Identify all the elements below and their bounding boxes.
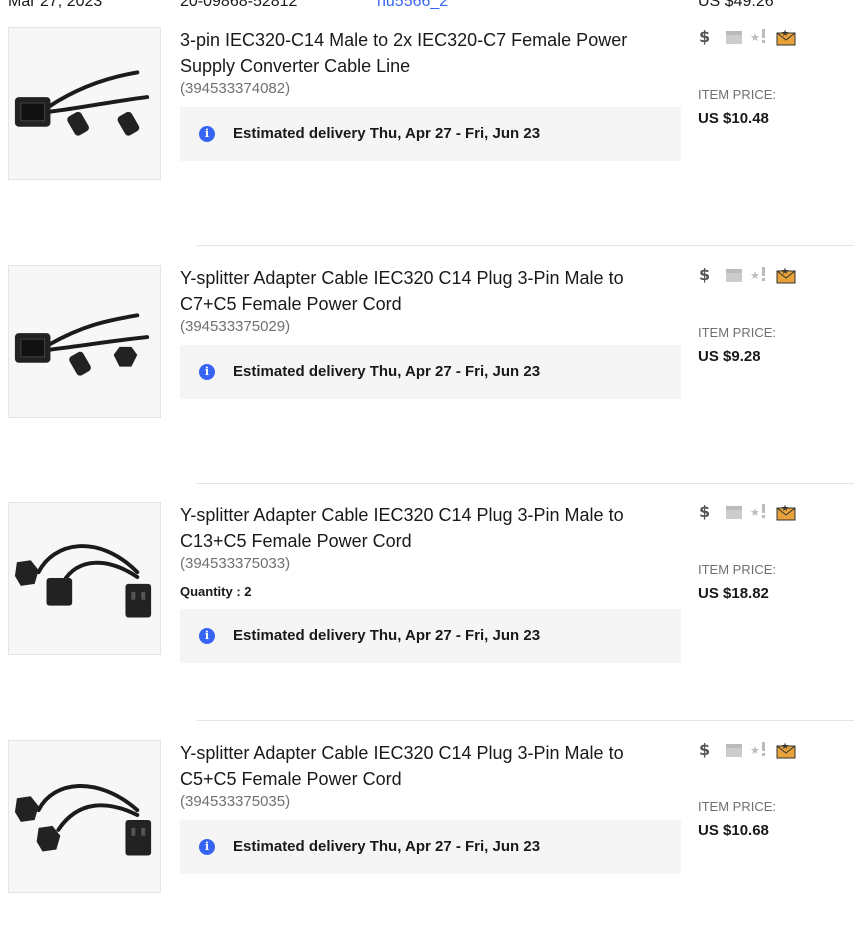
svg-text:★: ★ — [750, 269, 760, 282]
divider — [197, 483, 854, 484]
shipped-box-icon[interactable] — [724, 265, 744, 285]
delivery-banner: i Estimated delivery Thu, Apr 27 - Fri, … — [180, 107, 681, 161]
delivery-estimate: Estimated delivery Thu, Apr 27 - Fri, Ju… — [233, 627, 541, 644]
item-thumbnail[interactable] — [8, 502, 161, 655]
svg-text:$: $ — [699, 265, 710, 284]
divider — [197, 720, 854, 721]
item-thumbnail[interactable] — [8, 27, 161, 180]
svg-text:★: ★ — [750, 744, 760, 757]
order-item: Y-splitter Adapter Cable IEC320 C14 Plug… — [0, 740, 854, 940]
cable-image — [14, 70, 150, 136]
feedback-received-icon[interactable]: ★ — [776, 265, 796, 285]
item-price: US $10.48 — [698, 110, 769, 127]
shipped-box-icon[interactable] — [724, 740, 744, 760]
status-icons: $ ★ ★ — [697, 502, 807, 522]
item-id: (394533375029) — [180, 318, 291, 335]
item-price-label: ITEM PRICE: — [698, 562, 777, 577]
feedback-star-icon[interactable]: ★ — [750, 27, 770, 47]
status-icons: $ ★ ★ — [697, 265, 807, 285]
cable-image — [14, 313, 150, 376]
item-title-link[interactable]: Y-splitter Adapter Cable IEC320 C14 Plug… — [180, 265, 670, 317]
feedback-star-icon[interactable]: ★ — [750, 265, 770, 285]
item-id: (394533375033) — [180, 555, 291, 572]
item-price-label: ITEM PRICE: — [698, 87, 777, 102]
divider — [197, 245, 854, 246]
item-id: (394533375035) — [180, 793, 291, 810]
seller-link[interactable]: hu5566_2 — [377, 0, 448, 11]
info-icon: i — [199, 364, 215, 380]
order-total: US $49.26 — [698, 0, 774, 10]
delivery-banner: i Estimated delivery Thu, Apr 27 - Fri, … — [180, 345, 681, 399]
order-date: Mar 27, 2023 — [8, 0, 103, 10]
status-icons: $ ★ ★ — [697, 27, 807, 47]
cable-image — [14, 544, 152, 618]
item-title-link[interactable]: Y-splitter Adapter Cable IEC320 C14 Plug… — [180, 740, 670, 792]
delivery-estimate: Estimated delivery Thu, Apr 27 - Fri, Ju… — [233, 363, 541, 380]
item-thumbnail[interactable] — [8, 740, 161, 893]
feedback-star-icon[interactable]: ★ — [750, 740, 770, 760]
item-price: US $9.28 — [698, 348, 761, 365]
info-icon: i — [199, 628, 215, 644]
dollar-icon[interactable]: $ — [697, 740, 717, 760]
svg-text:★: ★ — [781, 742, 789, 752]
svg-text:★: ★ — [750, 31, 760, 44]
svg-text:$: $ — [699, 740, 710, 759]
svg-text:★: ★ — [781, 504, 789, 514]
item-price: US $10.68 — [698, 822, 769, 839]
info-icon: i — [199, 839, 215, 855]
info-icon: i — [199, 126, 215, 142]
status-icons: $ ★ ★ — [697, 740, 807, 760]
item-thumbnail[interactable] — [8, 265, 161, 418]
item-price-label: ITEM PRICE: — [698, 799, 777, 814]
order-item: Y-splitter Adapter Cable IEC320 C14 Plug… — [0, 502, 854, 702]
item-title-link[interactable]: Y-splitter Adapter Cable IEC320 C14 Plug… — [180, 502, 670, 554]
order-item: Y-splitter Adapter Cable IEC320 C14 Plug… — [0, 265, 854, 465]
delivery-estimate: Estimated delivery Thu, Apr 27 - Fri, Ju… — [233, 838, 541, 855]
delivery-banner: i Estimated delivery Thu, Apr 27 - Fri, … — [180, 820, 681, 874]
order-number: 20-09868-52812 — [180, 0, 298, 10]
cable-image — [14, 784, 152, 856]
feedback-received-icon[interactable]: ★ — [776, 502, 796, 522]
svg-text:$: $ — [699, 27, 710, 46]
feedback-star-icon[interactable]: ★ — [750, 502, 770, 522]
feedback-received-icon[interactable]: ★ — [776, 27, 796, 47]
dollar-icon[interactable]: $ — [697, 265, 717, 285]
delivery-banner: i Estimated delivery Thu, Apr 27 - Fri, … — [180, 609, 681, 663]
order-item: 3-pin IEC320-C14 Male to 2x IEC320-C7 Fe… — [0, 27, 854, 227]
delivery-estimate: Estimated delivery Thu, Apr 27 - Fri, Ju… — [233, 125, 541, 142]
dollar-icon[interactable]: $ — [697, 502, 717, 522]
item-price-label: ITEM PRICE: — [698, 325, 777, 340]
shipped-box-icon[interactable] — [724, 27, 744, 47]
svg-text:★: ★ — [781, 267, 789, 277]
item-quantity: Quantity : 2 — [180, 584, 252, 599]
svg-text:★: ★ — [750, 506, 760, 519]
svg-text:$: $ — [699, 502, 710, 521]
item-title-link[interactable]: 3-pin IEC320-C14 Male to 2x IEC320-C7 Fe… — [180, 27, 670, 79]
feedback-received-icon[interactable]: ★ — [776, 740, 796, 760]
item-price: US $18.82 — [698, 585, 769, 602]
dollar-icon[interactable]: $ — [697, 27, 717, 47]
shipped-box-icon[interactable] — [724, 502, 744, 522]
svg-text:★: ★ — [781, 29, 789, 39]
item-id: (394533374082) — [180, 80, 291, 97]
